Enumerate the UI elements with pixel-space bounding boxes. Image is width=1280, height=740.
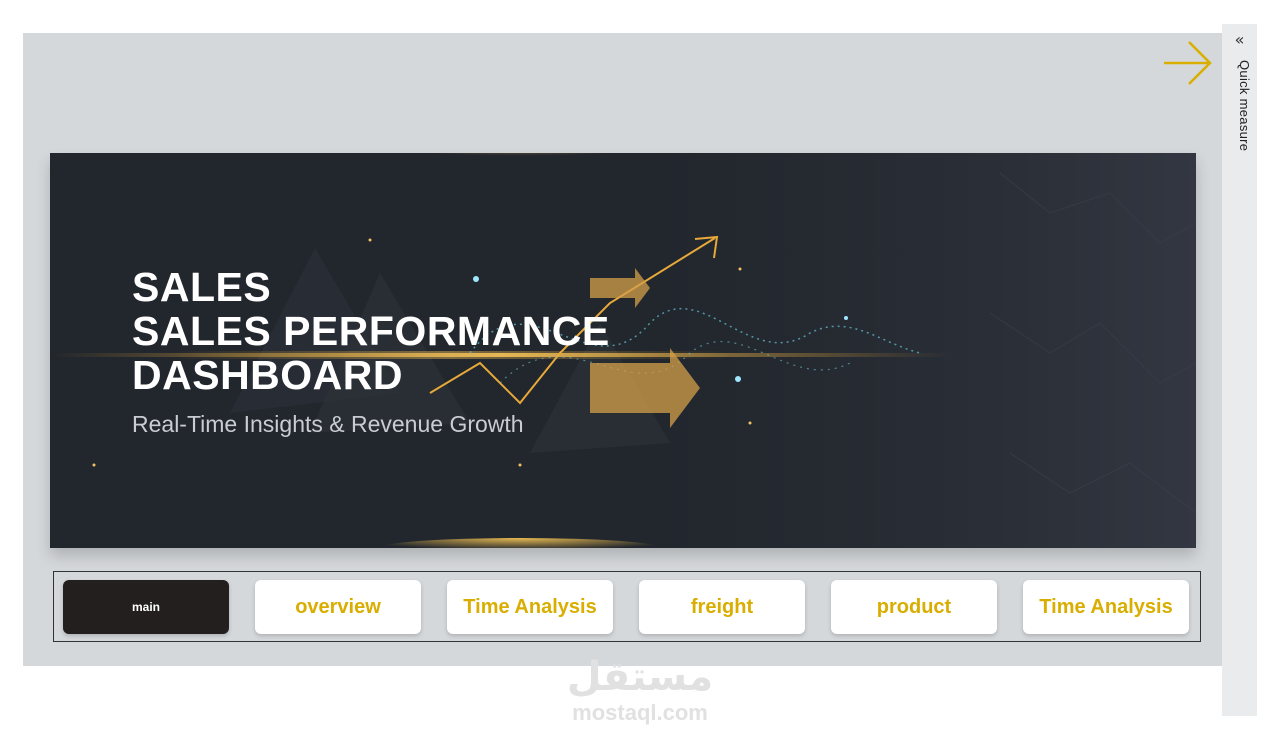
banner-title-line-1: SALES — [132, 264, 272, 310]
double-chevron-left-icon[interactable]: « — [1222, 30, 1257, 50]
watermark-arabic: مستقل — [566, 654, 714, 700]
quick-measure-pane[interactable]: « Quick measure — [1222, 24, 1257, 716]
dashboard-banner: SALES SALES PERFORMANCE DASHBOARD Real-T… — [50, 153, 1196, 548]
nav-button-time-analysis[interactable]: Time Analysis — [447, 580, 613, 634]
nav-button-time-analysis-2[interactable]: Time Analysis — [1023, 580, 1189, 634]
quick-measure-label[interactable]: Quick measure — [1226, 60, 1252, 200]
nav-button-product[interactable]: product — [831, 580, 997, 634]
watermark: مستقل mostaql.com — [0, 652, 1280, 724]
banner-title-line-3: DASHBOARD — [132, 352, 403, 398]
arrow-right-icon — [1164, 41, 1212, 85]
banner-subtitle: Real-Time Insights & Revenue Growth — [132, 411, 524, 437]
banner-title-block: SALES SALES PERFORMANCE DASHBOARD Real-T… — [132, 265, 610, 438]
nav-button-freight[interactable]: freight — [639, 580, 805, 634]
page-navigation: main overview Time Analysis freight prod… — [53, 571, 1201, 642]
watermark-latin: mostaql.com — [572, 700, 708, 725]
nav-button-main[interactable]: main — [63, 580, 229, 634]
nav-button-overview[interactable]: overview — [255, 580, 421, 634]
banner-title-line-2: SALES PERFORMANCE — [132, 308, 610, 354]
